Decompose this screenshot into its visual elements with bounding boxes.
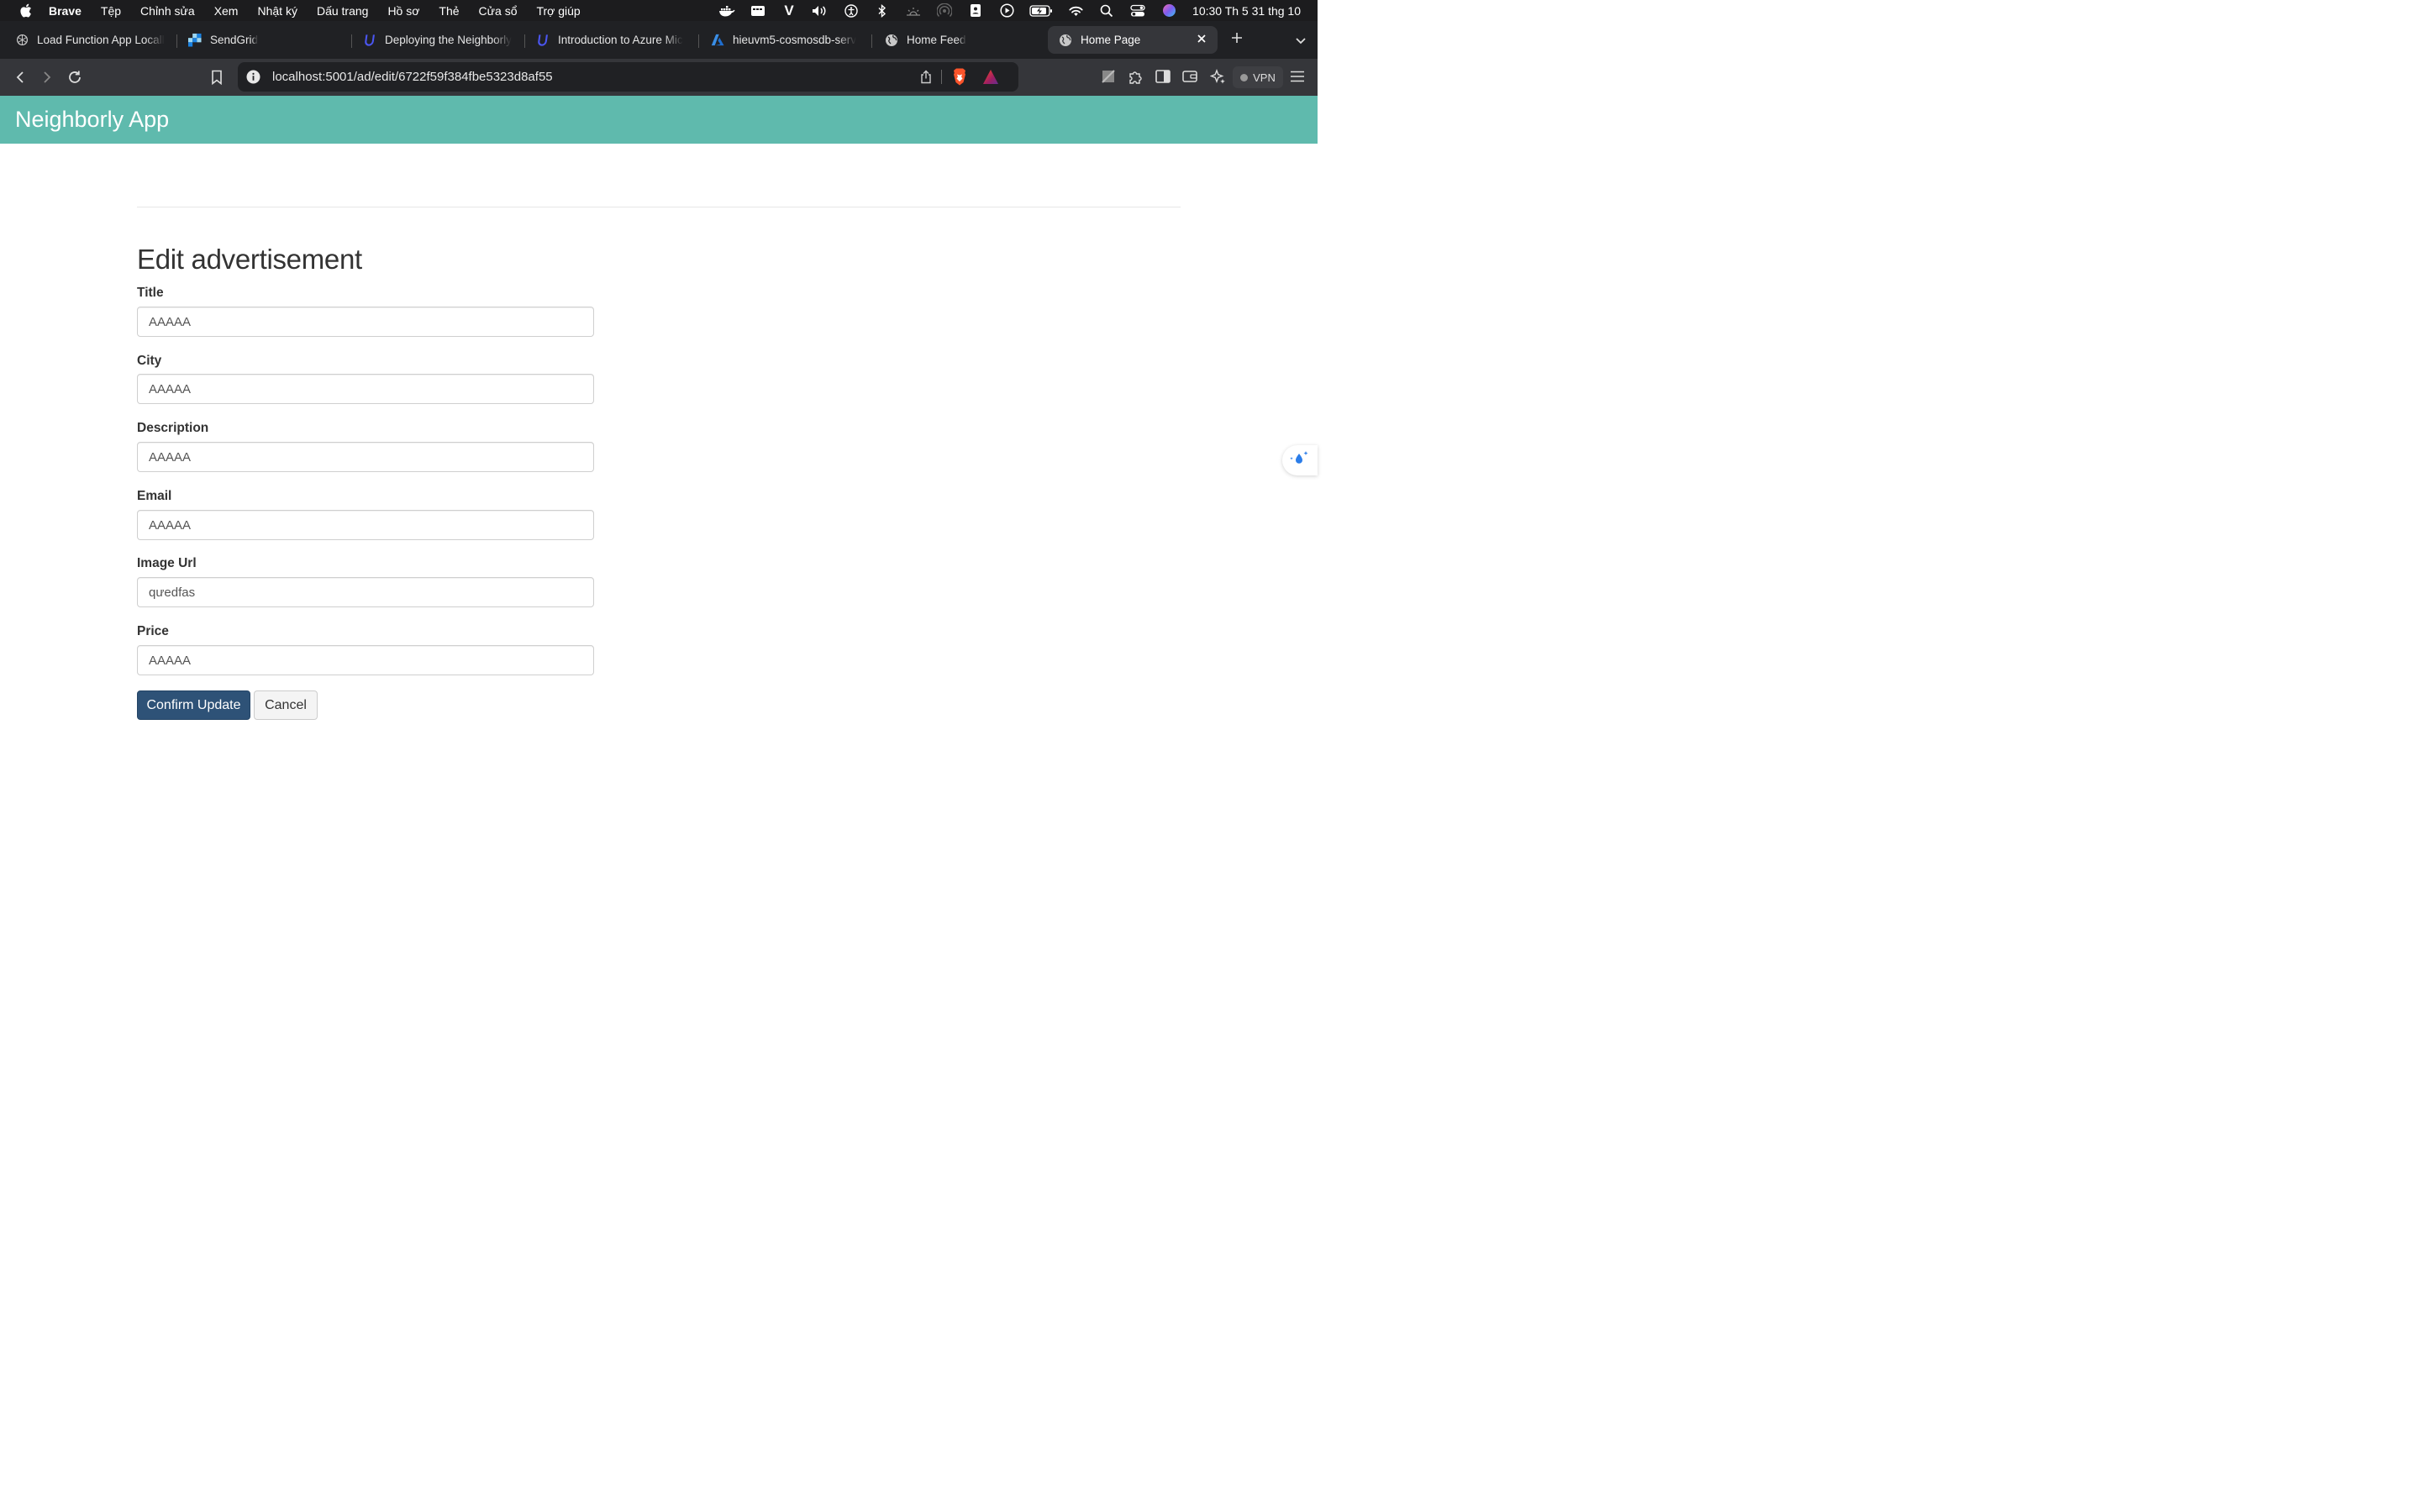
app-brand-link[interactable]: Neighborly App (15, 107, 169, 133)
sendgrid-icon (188, 33, 202, 47)
menu-bar-status-area: V 10:30 Th 5 31 thg 10 (704, 0, 1318, 21)
share-icon[interactable] (919, 70, 933, 84)
tab-intro-azure[interactable]: Introduction to Azure Mic (536, 26, 689, 54)
tab-cosmosdb[interactable]: hieuvm5-cosmosdb-serv (711, 26, 862, 54)
tab-separator (871, 34, 872, 48)
brave-shields-icon[interactable] (951, 68, 968, 86)
menu-history[interactable]: Nhật ký (257, 4, 297, 18)
brightness-icon[interactable] (905, 4, 922, 18)
price-label: Price (137, 624, 169, 638)
volume-icon[interactable] (812, 4, 829, 18)
water-drop-sparkle-icon (1289, 449, 1311, 472)
bookmark-icon[interactable] (208, 69, 225, 86)
vpn-label: VPN (1253, 71, 1276, 84)
wifi-icon[interactable] (1067, 4, 1084, 18)
email-label: Email (137, 489, 172, 503)
bluetooth-icon[interactable] (874, 3, 891, 18)
macos-menu-bar: Brave Tệp Chỉnh sửa Xem Nhật ký Dấu tran… (0, 0, 1318, 21)
menu-view[interactable]: Xem (214, 4, 239, 18)
image-url-input[interactable] (137, 577, 594, 607)
description-input[interactable] (137, 442, 594, 472)
wallet-icon[interactable] (1181, 68, 1198, 85)
docker-icon[interactable] (718, 4, 735, 18)
tab-deploying-neighborly[interactable]: Deploying the Neighborly (363, 26, 516, 54)
leo-ai-sparkle-icon[interactable] (1209, 68, 1226, 85)
address-bar[interactable]: localhost:5001/ad/edit/6722f59f384fbe532… (238, 62, 1018, 92)
email-input[interactable] (137, 510, 594, 540)
tab-home-feed[interactable]: Home Feed (885, 26, 1036, 54)
menu-profiles[interactable]: Hồ sơ (387, 4, 419, 18)
globe-icon (885, 34, 898, 47)
apple-logo-icon[interactable] (18, 3, 32, 18)
tab-separator (698, 34, 699, 48)
url-text[interactable]: localhost:5001/ad/edit/6722f59f384fbe532… (272, 70, 553, 84)
siri-icon[interactable] (1160, 4, 1177, 18)
address-bar-divider (941, 70, 942, 84)
floating-assistant-widget[interactable] (1282, 445, 1318, 475)
vpn-button[interactable]: VPN (1233, 66, 1283, 88)
page-title: Edit advertisement (137, 244, 362, 275)
cancel-button[interactable]: Cancel (254, 690, 318, 720)
vpn-status-dot-icon (1240, 73, 1249, 81)
forward-arrow-icon[interactable] (39, 69, 55, 86)
city-label: City (137, 354, 162, 368)
tab-sendgrid[interactable]: SendGrid (188, 26, 345, 54)
menu-edit[interactable]: Chỉnh sửa (140, 4, 195, 18)
extension-square-icon[interactable] (1100, 68, 1117, 85)
battery-icon[interactable] (1029, 4, 1053, 18)
menu-file[interactable]: Tệp (101, 4, 121, 18)
confirm-update-button[interactable]: Confirm Update (137, 690, 250, 720)
extensions-puzzle-icon[interactable] (1127, 68, 1144, 85)
tab-close-icon[interactable] (1196, 34, 1207, 45)
udacity-icon (536, 34, 550, 47)
tab-home-page[interactable]: Home Page (1048, 26, 1218, 54)
menu-help[interactable]: Trợ giúp (536, 4, 580, 18)
globe-icon (1059, 34, 1072, 47)
tab-label: Introduction to Azure Mic (558, 34, 683, 46)
tab-label: Home Page (1081, 34, 1141, 46)
reload-icon[interactable] (66, 69, 83, 86)
accessibility-icon[interactable] (843, 3, 860, 18)
tab-separator (351, 34, 352, 48)
menu-bookmarks[interactable]: Dấu trang (317, 4, 368, 18)
vimeo-icon[interactable]: V (781, 3, 797, 18)
openai-icon (15, 34, 29, 47)
description-label: Description (137, 421, 209, 435)
back-arrow-icon[interactable] (12, 69, 29, 86)
menu-app-brave[interactable]: Brave (49, 4, 82, 18)
title-label: Title (137, 286, 164, 300)
browser-toolbar: localhost:5001/ad/edit/6722f59f384fbe532… (0, 59, 1318, 96)
city-input[interactable] (137, 374, 594, 404)
tab-label: hieuvm5-cosmosdb-serv (733, 34, 857, 46)
azure-icon (711, 34, 724, 47)
browser-tab-strip: Load Function App Locall SendGrid Deploy… (0, 21, 1318, 59)
brave-rewards-icon[interactable] (982, 69, 999, 85)
tab-separator (524, 34, 525, 48)
tab-load-function-app[interactable]: Load Function App Locall (15, 26, 166, 54)
airdrop-icon[interactable] (936, 3, 953, 18)
menu-bar-clock[interactable]: 10:30 Th 5 31 thg 10 (1192, 4, 1301, 18)
tab-separator (176, 34, 177, 48)
search-icon[interactable] (1098, 4, 1115, 18)
tab-label: SendGrid (210, 34, 259, 46)
display-icon[interactable] (750, 4, 766, 18)
control-center-icon[interactable] (1129, 4, 1146, 18)
image-url-label: Image Url (137, 556, 197, 570)
price-input[interactable] (137, 645, 594, 675)
play-icon[interactable] (998, 3, 1015, 18)
menu-window[interactable]: Cửa sổ (479, 4, 518, 18)
tab-label: Home Feed (907, 34, 966, 46)
site-info-icon[interactable] (246, 70, 260, 84)
new-tab-plus-icon[interactable] (1228, 30, 1245, 49)
menu-tab[interactable]: Thẻ (439, 4, 459, 18)
tab-search-chevron-down-icon[interactable] (1294, 34, 1307, 47)
udacity-icon (363, 34, 376, 47)
sidebar-toggle-icon[interactable] (1155, 68, 1171, 85)
contacts-icon[interactable] (967, 4, 984, 18)
tab-label: Load Function App Locall (37, 34, 165, 46)
hamburger-menu-icon[interactable] (1289, 68, 1306, 85)
app-navbar: Neighborly App (0, 96, 1318, 144)
tab-label: Deploying the Neighborly (385, 34, 512, 46)
title-input[interactable] (137, 307, 594, 337)
